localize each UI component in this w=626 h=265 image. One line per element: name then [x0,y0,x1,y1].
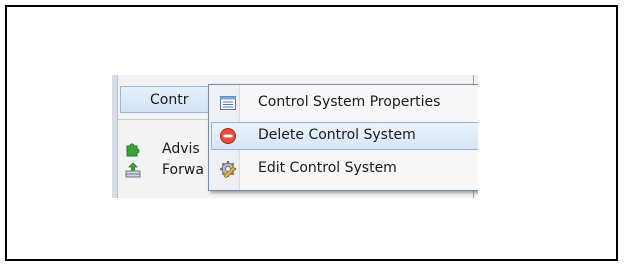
tree-row-label: Forwa [162,162,204,178]
edit-gear-icon [219,160,237,179]
menu-item-label: Edit Control System [258,160,397,176]
context-menu: Control System Properties Delete Control… [208,84,478,191]
menu-item-label: Delete Control System [258,127,416,143]
selected-tree-row-label: Contr [150,92,189,108]
tree-row-label: Advis [162,141,200,157]
puzzle-icon [124,140,142,158]
ui-crop: Contr Advis Forwa Control System Propert… [112,75,478,198]
outbox-icon [124,161,142,179]
properties-icon [219,94,237,112]
menu-item-delete-control-system[interactable]: Delete Control System [211,122,478,150]
menu-item-edit-control-system[interactable]: Edit Control System [211,155,478,183]
tree-row-advis[interactable]: Advis [122,138,222,160]
menu-item-control-system-properties[interactable]: Control System Properties [211,89,478,117]
delete-icon [219,127,237,145]
tree-row-forwa[interactable]: Forwa [122,159,222,181]
panel-gutter [112,75,118,198]
menu-item-label: Control System Properties [258,94,441,110]
